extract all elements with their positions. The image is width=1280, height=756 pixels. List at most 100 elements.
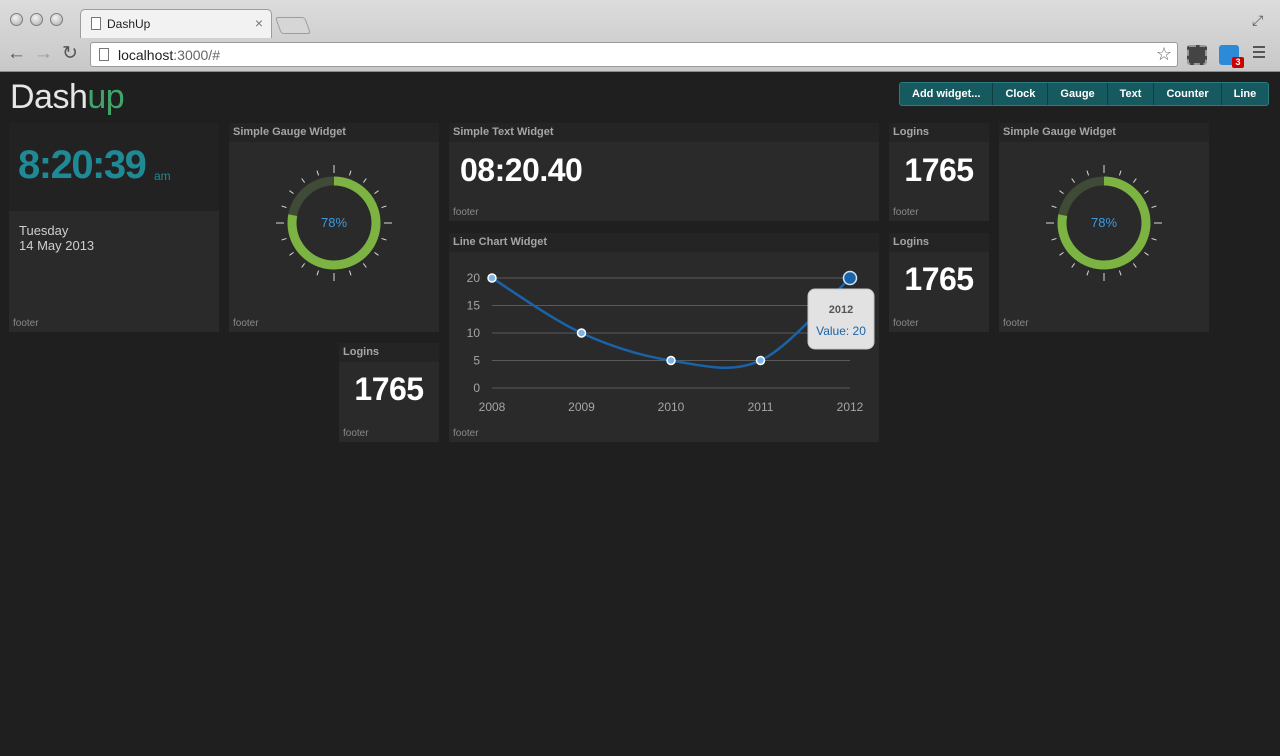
widget-title: Line Chart Widget bbox=[449, 233, 879, 252]
gauge-tick bbox=[381, 205, 387, 209]
page-icon bbox=[91, 17, 101, 30]
back-icon[interactable]: ← bbox=[7, 44, 26, 64]
widget-footer: footer bbox=[233, 318, 259, 329]
new-tab-button[interactable] bbox=[274, 17, 312, 34]
chart-point[interactable] bbox=[576, 328, 587, 338]
gauge-tick bbox=[362, 263, 367, 268]
add-gauge-button[interactable]: Gauge bbox=[1048, 83, 1108, 105]
add-clock-button[interactable]: Clock bbox=[993, 83, 1049, 105]
gauge-tick bbox=[289, 251, 294, 256]
gauge-tick bbox=[1059, 251, 1064, 256]
add-text-button[interactable]: Text bbox=[1108, 83, 1155, 105]
reload-icon[interactable]: ↻ bbox=[62, 44, 78, 64]
chart-point[interactable] bbox=[666, 355, 676, 366]
window-zoom-button[interactable] bbox=[50, 13, 63, 26]
gauge-tick bbox=[1071, 178, 1076, 183]
close-tab-icon[interactable]: × bbox=[255, 15, 263, 31]
counter-widget[interactable]: Logins 1765 footer bbox=[889, 233, 989, 332]
tooltip-value: Value: 20 bbox=[816, 324, 866, 338]
counter-widget[interactable]: Logins 1765 footer bbox=[339, 343, 439, 442]
widget-footer: footer bbox=[1003, 318, 1029, 329]
gauge-tick bbox=[316, 170, 320, 176]
gauge-tick bbox=[281, 205, 287, 209]
widget-footer: footer bbox=[453, 428, 479, 439]
add-counter-button[interactable]: Counter bbox=[1154, 83, 1222, 105]
counter-value: 1765 bbox=[904, 261, 974, 297]
widget-footer: footer bbox=[13, 318, 39, 329]
x-tick-label: 2009 bbox=[568, 400, 595, 414]
gauge-chart: 78% bbox=[1046, 165, 1162, 281]
gauge-tick bbox=[281, 237, 287, 241]
y-tick-label: 0 bbox=[473, 381, 480, 395]
x-tick-label: 2008 bbox=[479, 400, 506, 414]
counter-value: 1765 bbox=[904, 152, 974, 188]
add-line-button[interactable]: Line bbox=[1222, 83, 1269, 105]
gauge-tick bbox=[1132, 263, 1137, 268]
chart-point[interactable] bbox=[487, 273, 497, 283]
x-tick-label: 2010 bbox=[658, 400, 685, 414]
x-tick-label: 2012 bbox=[837, 400, 864, 414]
tooltip-box bbox=[807, 288, 875, 350]
widget-title: Simple Text Widget bbox=[449, 123, 879, 142]
chart-point[interactable] bbox=[755, 355, 766, 366]
address-bar[interactable]: localhost:3000/# ☆ bbox=[90, 42, 1178, 67]
y-tick-label: 5 bbox=[473, 354, 480, 368]
gauge-widget[interactable]: Simple Gauge Widget 78% footer bbox=[229, 123, 439, 332]
evernote-extension-icon[interactable] bbox=[1187, 45, 1207, 65]
clock-time: 8:20:39 bbox=[18, 143, 147, 187]
browser-chrome: DashUp × ⤢ ← → ↻ localhost:3000/# ☆ 3 bbox=[0, 0, 1280, 72]
gauge-tick bbox=[316, 270, 320, 276]
clock-widget[interactable]: 8:20:39 am Tuesday 14 May 2013 footer bbox=[9, 123, 219, 332]
menu-icon[interactable] bbox=[1253, 46, 1265, 60]
gauge-tick bbox=[348, 170, 352, 176]
bookmark-star-icon[interactable]: ☆ bbox=[1156, 44, 1172, 65]
chart-point[interactable] bbox=[842, 270, 858, 286]
line-chart: 0 5 10 15 20 2008 2009 2010 2011 2012 2012 Value… bbox=[467, 270, 875, 414]
clock-day: Tuesday bbox=[19, 223, 69, 238]
app-logo: Dashup bbox=[10, 78, 125, 116]
gauge-tick bbox=[1086, 170, 1090, 176]
gauge-tick bbox=[348, 270, 352, 276]
browser-tab[interactable]: DashUp × bbox=[80, 9, 272, 38]
add-widget-button[interactable]: Add widget... bbox=[900, 83, 994, 105]
gauge-tick bbox=[374, 251, 379, 256]
gauge-tick bbox=[1051, 237, 1057, 241]
chart-series-line bbox=[491, 276, 851, 370]
gauge-tick bbox=[381, 237, 387, 241]
tab-title: DashUp bbox=[107, 17, 151, 31]
counter-widget[interactable]: Logins 1765 footer bbox=[889, 123, 989, 221]
gauge-tick bbox=[1118, 270, 1122, 276]
gauge-tick bbox=[289, 190, 294, 195]
gauge-tick bbox=[1144, 251, 1149, 256]
gauge-value-label: 78% bbox=[321, 215, 347, 230]
y-tick-label: 15 bbox=[467, 299, 481, 313]
widget-footer: footer bbox=[453, 207, 479, 218]
fullscreen-icon[interactable]: ⤢ bbox=[1252, 10, 1263, 30]
clock-date: 14 May 2013 bbox=[19, 238, 95, 253]
page-icon bbox=[99, 48, 109, 61]
counter-value: 1765 bbox=[354, 371, 424, 407]
widget-footer: footer bbox=[893, 318, 919, 329]
widget-title: Logins bbox=[889, 233, 989, 252]
window-close-button[interactable] bbox=[10, 13, 23, 26]
window-minimize-button[interactable] bbox=[30, 13, 43, 26]
line-chart-widget[interactable]: Line Chart Widget 0 5 10 15 20 2008 2009 2010 2… bbox=[449, 233, 879, 442]
forward-icon[interactable]: → bbox=[34, 44, 53, 64]
text-widget-value: 08:20.40 bbox=[460, 152, 583, 188]
text-widget[interactable]: Simple Text Widget 08:20.40 footer bbox=[449, 123, 879, 221]
gauge-tick bbox=[1059, 190, 1064, 195]
widget-footer: footer bbox=[343, 428, 369, 439]
gauge-widget[interactable]: Simple Gauge Widget 78% footer bbox=[999, 123, 1209, 332]
gauge-value-label: 78% bbox=[1091, 215, 1117, 230]
gauge-tick bbox=[374, 190, 379, 195]
gauge-tick bbox=[1051, 205, 1057, 209]
gauge-tick bbox=[1086, 270, 1090, 276]
gauge-tick bbox=[1151, 237, 1157, 241]
widget-title: Logins bbox=[889, 123, 989, 142]
gauge-tick bbox=[1118, 170, 1122, 176]
widget-footer: footer bbox=[893, 207, 919, 218]
widget-title: Simple Gauge Widget bbox=[999, 123, 1209, 142]
y-tick-label: 20 bbox=[467, 271, 481, 285]
gauge-chart: 78% bbox=[276, 165, 392, 281]
y-tick-label: 10 bbox=[467, 326, 481, 340]
